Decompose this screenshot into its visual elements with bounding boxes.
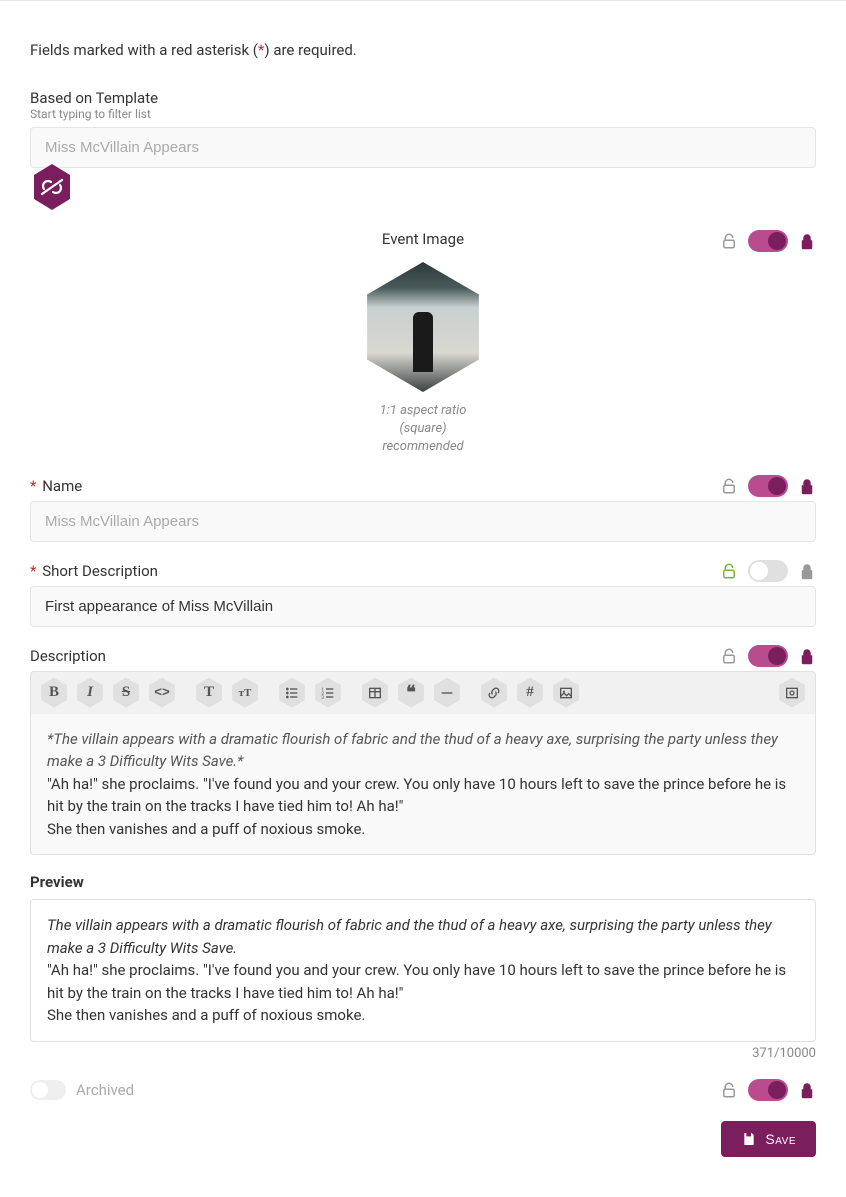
description-lock-toggle[interactable] — [748, 645, 788, 667]
event-image-label: Event Image — [30, 230, 816, 248]
description-editor[interactable]: *The villain appears with a dramatic flo… — [30, 714, 816, 856]
name-field: * Name — [30, 475, 816, 542]
preview-toggle-button[interactable] — [777, 678, 807, 708]
lock-icon[interactable] — [798, 1081, 816, 1099]
save-button-label: Save — [765, 1131, 796, 1147]
save-button[interactable]: Save — [721, 1121, 816, 1157]
name-lock-controls — [720, 475, 816, 497]
editor-line-1: *The villain appears with a dramatic flo… — [47, 728, 799, 773]
image-button[interactable] — [551, 678, 581, 708]
code-button[interactable]: <> — [147, 678, 177, 708]
editor-line-2: "Ah ha!" she proclaims. "I've found you … — [47, 773, 799, 818]
lock-icon[interactable] — [798, 232, 816, 250]
unlock-icon[interactable] — [720, 647, 738, 665]
strikethrough-button[interactable]: S — [111, 678, 141, 708]
required-notice-pre: Fields marked with a red asterisk ( — [30, 41, 258, 59]
preview-line-3: She then vanishes and a puff of noxious … — [47, 1004, 799, 1027]
char-count: 371/10000 — [30, 1046, 816, 1061]
save-icon — [741, 1131, 757, 1147]
unlink-template-button[interactable] — [30, 162, 74, 212]
archived-lock-toggle[interactable] — [748, 1079, 788, 1101]
archived-toggle[interactable] — [30, 1080, 66, 1100]
image-lock-toggle[interactable] — [748, 230, 788, 252]
bullet-list-button[interactable] — [277, 678, 307, 708]
unlock-icon[interactable] — [720, 562, 738, 580]
svg-text:3: 3 — [321, 695, 324, 701]
image-lock-controls — [720, 230, 816, 252]
required-notice-post: ) are required. — [264, 41, 356, 59]
unlock-icon[interactable] — [720, 1081, 738, 1099]
numbered-list-button[interactable]: 123 — [313, 678, 343, 708]
short-desc-lock-controls — [720, 560, 816, 582]
italic-button[interactable]: I — [75, 678, 105, 708]
unlock-icon[interactable] — [720, 477, 738, 495]
bold-button[interactable]: B — [39, 678, 69, 708]
name-label: Name — [42, 477, 82, 495]
unlock-icon[interactable] — [720, 232, 738, 250]
text-size-alt-button[interactable]: тT — [230, 678, 260, 708]
description-lock-controls — [720, 645, 816, 667]
lock-icon[interactable] — [798, 477, 816, 495]
short-desc-lock-toggle[interactable] — [748, 560, 788, 582]
event-image-field: Event Image 1:1 aspect ratio (square) re… — [30, 230, 816, 457]
archived-row: Archived — [30, 1079, 816, 1101]
editor-toolbar: B I S <> T тT 123 ❝ # — [30, 671, 816, 714]
name-lock-toggle[interactable] — [748, 475, 788, 497]
hr-button[interactable] — [432, 678, 462, 708]
lock-icon[interactable] — [798, 647, 816, 665]
hash-button[interactable]: # — [515, 678, 545, 708]
lock-icon[interactable] — [798, 562, 816, 580]
template-input[interactable] — [30, 127, 816, 168]
preview-line-2: "Ah ha!" she proclaims. "I've found you … — [47, 959, 799, 1004]
preview-title: Preview — [30, 873, 816, 891]
preview-line-1: The villain appears with a dramatic flou… — [47, 914, 799, 959]
editor-line-3: She then vanishes and a puff of noxious … — [47, 818, 799, 841]
archived-label: Archived — [76, 1081, 134, 1099]
archived-lock-controls — [720, 1079, 816, 1101]
template-label: Based on Template — [30, 89, 816, 107]
table-button[interactable] — [360, 678, 390, 708]
required-notice: Fields marked with a red asterisk (*) ar… — [30, 41, 816, 59]
link-button[interactable] — [479, 678, 509, 708]
text-size-button[interactable]: T — [194, 678, 224, 708]
event-image-preview[interactable] — [358, 262, 488, 392]
preview-box: The villain appears with a dramatic flou… — [30, 899, 816, 1042]
name-input[interactable] — [30, 501, 816, 542]
template-field: Based on Template Start typing to filter… — [30, 89, 816, 212]
short-description-input[interactable] — [30, 586, 816, 627]
short-description-label: Short Description — [42, 562, 158, 580]
description-label: Description — [30, 647, 106, 665]
description-field: Description B I S <> T тT 123 ❝ # — [30, 645, 816, 1061]
template-sublabel: Start typing to filter list — [30, 107, 816, 121]
short-description-field: * Short Description — [30, 560, 816, 627]
quote-button[interactable]: ❝ — [396, 678, 426, 708]
image-aspect-hint: 1:1 aspect ratio (square) recommended — [30, 402, 816, 457]
